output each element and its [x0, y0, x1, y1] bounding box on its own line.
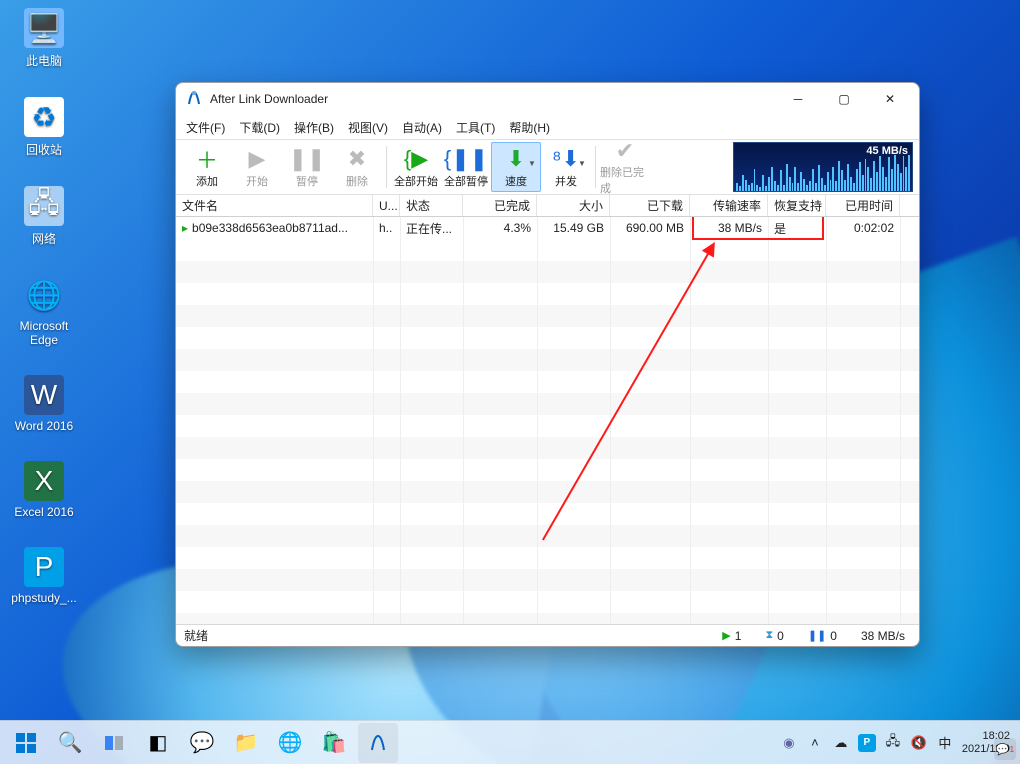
- titlebar[interactable]: After Link Downloader ─ ▢ ✕: [176, 83, 919, 115]
- desktop-icon[interactable]: 🌐Microsoft Edge: [8, 275, 80, 347]
- menu-item[interactable]: 视图(V): [348, 119, 388, 136]
- p-tray-icon[interactable]: P: [858, 734, 876, 752]
- col-header[interactable]: 已完成: [463, 195, 537, 216]
- toolbar-添加[interactable]: ＋添加: [182, 142, 232, 192]
- toolbar-暂停: ❚❚暂停: [282, 142, 332, 192]
- status-paused: ❚❚0: [802, 629, 843, 643]
- toolbar-left: ＋添加▶开始❚❚暂停✖删除{▶全部开始{❚❚全部暂停⬇速度▼⁸⬇并发▼✔删除已完…: [182, 142, 650, 192]
- maximize-button[interactable]: ▢: [821, 84, 867, 114]
- col-header[interactable]: 状态: [400, 195, 463, 216]
- teams-tray-icon[interactable]: ◉: [780, 734, 798, 752]
- store-icon[interactable]: 🛍️: [314, 723, 354, 763]
- i-excel-icon: X: [24, 461, 64, 501]
- i-phpstudy-icon: P: [24, 547, 64, 587]
- task-view-icon[interactable]: [94, 723, 134, 763]
- tray-chevron-icon[interactable]: ˄: [806, 734, 824, 752]
- statusbar: 就绪 ▶1 ⧗0 ❚❚0 38 MB/s: [176, 624, 919, 646]
- col-header[interactable]: 已下载: [610, 195, 690, 216]
- toolbar-开始: ▶开始: [232, 142, 282, 192]
- menu-item[interactable]: 自动(A): [402, 119, 442, 136]
- search-icon[interactable]: 🔍: [50, 723, 90, 763]
- column-headers: 文件名U...状态已完成大小已下载传输速率恢复支持已用时间: [176, 195, 919, 217]
- toolbar-速度[interactable]: ⬇速度▼: [491, 142, 541, 192]
- window-title: After Link Downloader: [210, 92, 775, 106]
- afterlink-taskbar-icon[interactable]: [358, 723, 398, 763]
- download-row[interactable]: ▸b09e338d6563ea0b8711ad...h..正在传...4.3%1…: [176, 217, 919, 239]
- start-button[interactable]: [6, 723, 46, 763]
- desktop-icon[interactable]: Pphpstudy_...: [8, 547, 80, 605]
- taskbar: 🔍 ◧ 💬 📁 🌐 🛍️ ◉ ˄ ☁ P 🖧 🔇 中 18:02 2021/11…: [0, 720, 1020, 764]
- download-list[interactable]: ▸b09e338d6563ea0b8711ad...h..正在传...4.3%1…: [176, 217, 919, 624]
- i-pc-icon: 🖥️: [24, 8, 64, 48]
- toolbar-删除: ✖删除: [332, 142, 382, 192]
- close-button[interactable]: ✕: [867, 84, 913, 114]
- ime-indicator[interactable]: 中: [936, 734, 954, 752]
- col-header[interactable]: 大小: [537, 195, 610, 216]
- status-text: 就绪: [184, 627, 208, 644]
- status-active: ▶1: [716, 629, 747, 643]
- desktop-icon[interactable]: WWord 2016: [8, 375, 80, 433]
- menu-item[interactable]: 下载(D): [239, 119, 280, 136]
- rate-chart-bars: [734, 151, 912, 191]
- menu-item[interactable]: 操作(B): [294, 119, 334, 136]
- desktop-icon[interactable]: 🖥️此电脑: [8, 8, 80, 69]
- col-header[interactable]: 已用时间: [826, 195, 900, 216]
- menu-item[interactable]: 帮助(H): [509, 119, 550, 136]
- desktop-icon[interactable]: XExcel 2016: [8, 461, 80, 519]
- i-bin-icon: ♻: [24, 97, 64, 137]
- toolbar-全部开始[interactable]: {▶全部开始: [391, 142, 441, 192]
- app-icon: [186, 90, 202, 109]
- col-header[interactable]: 文件名: [176, 195, 373, 216]
- menu-item[interactable]: 工具(T): [456, 119, 495, 136]
- explorer-icon[interactable]: 📁: [226, 723, 266, 763]
- rate-chart: 45 MB/s: [733, 142, 913, 192]
- edge-icon[interactable]: 🌐: [270, 723, 310, 763]
- status-waiting: ⧗0: [759, 629, 789, 643]
- desktop-icon[interactable]: ♻回收站: [8, 97, 80, 158]
- onedrive-icon[interactable]: ☁: [832, 734, 850, 752]
- desktop: 🖥️此电脑 ♻回收站 🖧网络 🌐Microsoft Edge WWord 2016 XEx…: [8, 8, 80, 605]
- widgets-icon[interactable]: ◧: [138, 723, 178, 763]
- col-header[interactable]: 恢复支持: [768, 195, 826, 216]
- toolbar-全部暂停[interactable]: {❚❚全部暂停: [441, 142, 491, 192]
- toolbar: ＋添加▶开始❚❚暂停✖删除{▶全部开始{❚❚全部暂停⬇速度▼⁸⬇并发▼✔删除已完…: [176, 139, 919, 195]
- i-word-icon: W: [24, 375, 64, 415]
- i-net-icon: 🖧: [24, 186, 64, 226]
- volume-icon[interactable]: 🔇: [910, 734, 928, 752]
- notification-icon[interactable]: 💬1: [994, 738, 1016, 760]
- status-speed: 38 MB/s: [855, 629, 911, 643]
- minimize-button[interactable]: ─: [775, 84, 821, 114]
- toolbar-删除已完成: ✔删除已完成: [600, 142, 650, 192]
- desktop-icon[interactable]: 🖧网络: [8, 186, 80, 247]
- menubar: 文件(F) 下载(D) 操作(B) 视图(V) 自动(A) 工具(T) 帮助(H): [176, 115, 919, 139]
- toolbar-并发[interactable]: ⁸⬇并发▼: [541, 142, 591, 192]
- menu-item[interactable]: 文件(F): [186, 119, 225, 136]
- system-tray[interactable]: ◉ ˄ ☁ P 🖧 🔇 中: [780, 734, 954, 752]
- afterlink-window: After Link Downloader ─ ▢ ✕ 文件(F) 下载(D) 操作…: [175, 82, 920, 647]
- i-edge-icon: 🌐: [24, 275, 64, 315]
- network-icon[interactable]: 🖧: [884, 734, 902, 752]
- chat-icon[interactable]: 💬: [182, 723, 222, 763]
- col-header[interactable]: 传输速率: [690, 195, 768, 216]
- col-header[interactable]: U...: [373, 195, 400, 216]
